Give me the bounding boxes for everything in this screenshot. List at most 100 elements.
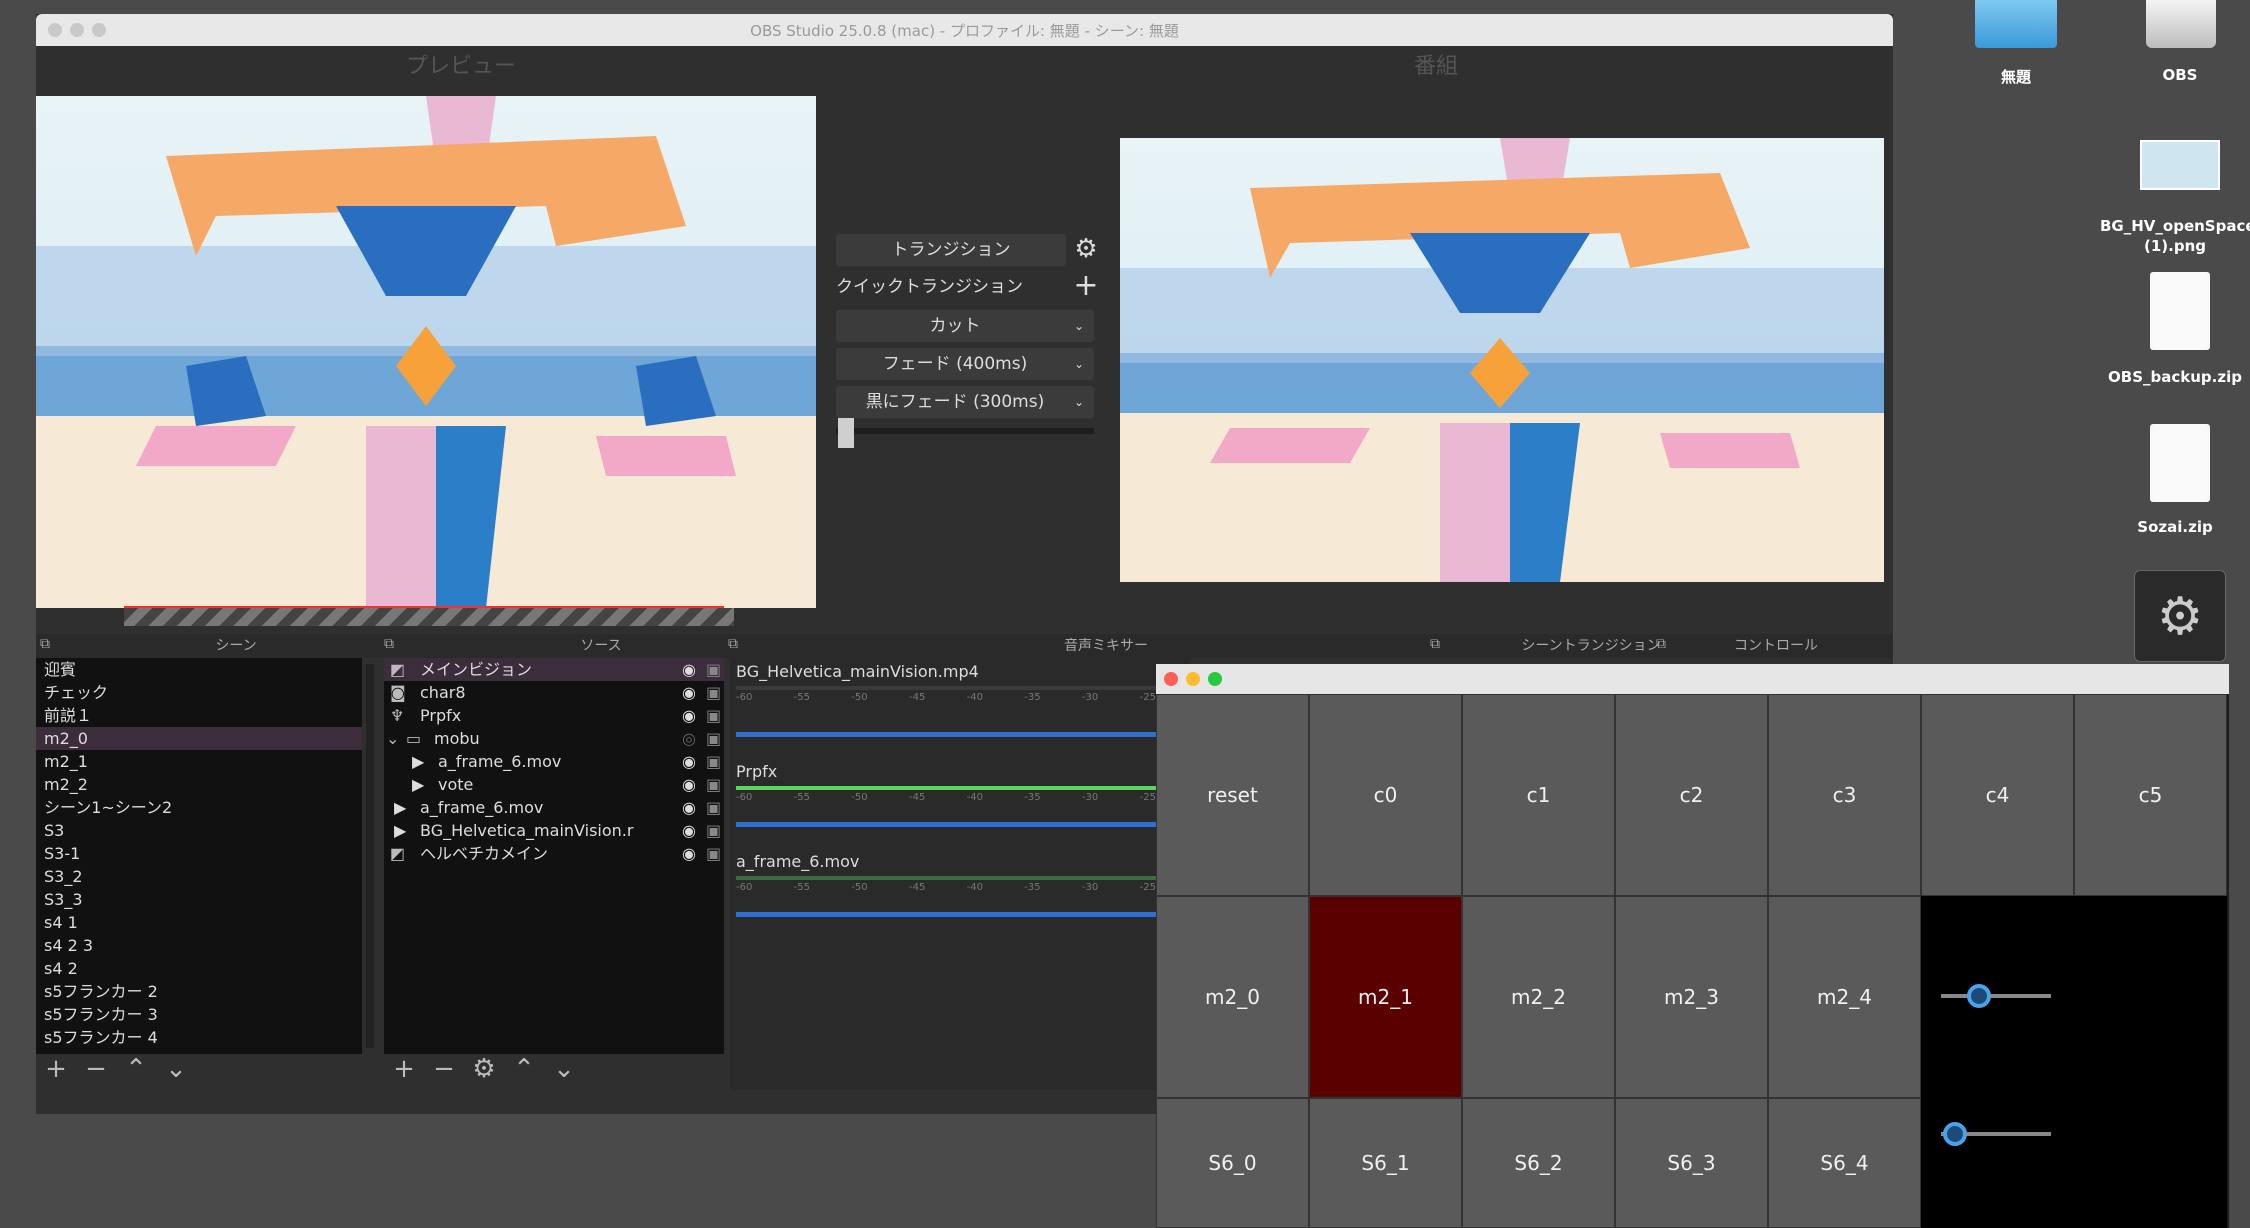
pad-button-m2_0[interactable]: m2_0: [1156, 896, 1309, 1098]
source-item[interactable]: ▶ a_frame_6.mov ◉ ▣: [384, 750, 724, 773]
pad-button-S6_1[interactable]: S6_1: [1309, 1098, 1462, 1228]
automator-app-icon[interactable]: ⚙: [2134, 570, 2226, 662]
volume-slider[interactable]: [736, 912, 1182, 917]
pad-button-c4[interactable]: c4: [1921, 694, 2074, 896]
lock-icon[interactable]: ▣: [706, 658, 721, 681]
lock-icon[interactable]: ▣: [706, 750, 721, 773]
transition-button[interactable]: トランジション: [836, 234, 1066, 266]
pad-button-m2_2[interactable]: m2_2: [1462, 896, 1615, 1098]
scene-item[interactable]: 迎賓: [36, 658, 362, 681]
tbar-handle[interactable]: [838, 418, 854, 448]
move-down-button[interactable]: ⌄: [544, 1054, 584, 1084]
pad-button-reset[interactable]: reset: [1156, 694, 1309, 896]
drive-icon[interactable]: [2146, 0, 2216, 48]
scene-item[interactable]: 前説１: [36, 704, 362, 727]
pad-button-c5[interactable]: c5: [2074, 694, 2227, 896]
move-up-button[interactable]: ⌃: [116, 1054, 156, 1084]
lock-icon[interactable]: ▣: [706, 796, 721, 819]
image-thumbnail-icon[interactable]: [2140, 140, 2220, 190]
scene-item-selected[interactable]: m2_0: [36, 727, 362, 750]
source-item[interactable]: ▶ vote ◉ ▣: [384, 773, 724, 796]
eye-icon[interactable]: ◉: [682, 819, 696, 842]
source-item[interactable]: ◩ メインビジョン ◉ ▣: [384, 658, 724, 681]
sources-list[interactable]: ◩ メインビジョン ◉ ▣ ◙ char8 ◉ ▣ ♆ Prpfx ◉ ▣ ⌄ ▭ mobu ◎ ▣ ▶ a…: [384, 658, 724, 1054]
volume-slider[interactable]: [736, 732, 1182, 737]
pad-button-S6_2[interactable]: S6_2: [1462, 1098, 1615, 1228]
pad-button-c1[interactable]: c1: [1462, 694, 1615, 896]
lock-icon[interactable]: ▣: [706, 819, 721, 842]
tbar-track[interactable]: [836, 428, 1094, 434]
eye-icon[interactable]: ◉: [682, 681, 696, 704]
pad-button-c3[interactable]: c3: [1768, 694, 1921, 896]
scene-item[interactable]: S3: [36, 819, 362, 842]
scene-item[interactable]: s4 2 3: [36, 934, 362, 957]
scene-item[interactable]: S3_3: [36, 888, 362, 911]
source-properties-gear-icon[interactable]: ⚙: [464, 1054, 504, 1084]
close-button[interactable]: [1164, 672, 1178, 686]
eye-icon[interactable]: ◉: [682, 773, 696, 796]
pad-button-S6_4[interactable]: S6_4: [1768, 1098, 1921, 1228]
add-source-button[interactable]: +: [384, 1054, 424, 1084]
eye-icon[interactable]: ◉: [682, 658, 696, 681]
volume-slider[interactable]: [736, 822, 1182, 827]
remove-source-button[interactable]: −: [424, 1054, 464, 1084]
scene-item[interactable]: S3-1: [36, 842, 362, 865]
undock-icon[interactable]: ⧉: [1656, 636, 1666, 652]
pad-slider-knob[interactable]: [1943, 1122, 1967, 1146]
minimize-button[interactable]: [1186, 672, 1200, 686]
source-item[interactable]: ▶ BG_Helvetica_mainVision.r ◉ ▣: [384, 819, 724, 842]
add-scene-button[interactable]: +: [36, 1054, 76, 1084]
preview-screen[interactable]: [36, 96, 816, 608]
eye-icon[interactable]: ◉: [682, 796, 696, 819]
lock-icon[interactable]: ▣: [706, 681, 721, 704]
zip-file-icon[interactable]: [2150, 424, 2210, 502]
pad-button-m2_4[interactable]: m2_4: [1768, 896, 1921, 1098]
pad-slider-track[interactable]: [1941, 994, 2051, 998]
scene-item[interactable]: s5フランカー 2: [36, 980, 362, 1003]
gear-icon[interactable]: ⚙: [1070, 234, 1102, 264]
lock-icon[interactable]: ▣: [706, 727, 721, 750]
remove-scene-button[interactable]: −: [76, 1054, 116, 1084]
scene-item[interactable]: m2_2: [36, 773, 362, 796]
pad-button-m2_3[interactable]: m2_3: [1615, 896, 1768, 1098]
source-item[interactable]: ♆ Prpfx ◉ ▣: [384, 704, 724, 727]
fade-to-black-button[interactable]: 黒にフェード (300ms) ⌄: [836, 386, 1094, 418]
chevron-down-icon[interactable]: ⌄: [386, 727, 399, 750]
folder-icon[interactable]: [1975, 0, 2057, 48]
scene-item[interactable]: シーン1~シーン2: [36, 796, 362, 819]
pad-button-c0[interactable]: c0: [1309, 694, 1462, 896]
undock-icon[interactable]: ⧉: [40, 636, 50, 652]
cut-button[interactable]: カット ⌄: [836, 310, 1094, 342]
undock-icon[interactable]: ⧉: [728, 636, 738, 652]
pad-slider-knob[interactable]: [1967, 984, 1991, 1008]
scene-item[interactable]: s5フランカー 4: [36, 1026, 362, 1049]
source-item[interactable]: ◙ char8 ◉ ▣: [384, 681, 724, 704]
move-down-button[interactable]: ⌄: [156, 1054, 196, 1084]
move-up-button[interactable]: ⌃: [504, 1054, 544, 1084]
source-item[interactable]: ▶ a_frame_6.mov ◉ ▣: [384, 796, 724, 819]
eye-icon[interactable]: ◉: [682, 842, 696, 865]
scene-item[interactable]: m2_1: [36, 750, 362, 773]
pad-button-S6_3[interactable]: S6_3: [1615, 1098, 1768, 1228]
eye-hidden-icon[interactable]: ◎: [682, 727, 696, 750]
source-group[interactable]: ⌄ ▭ mobu ◎ ▣: [384, 727, 724, 750]
lock-icon[interactable]: ▣: [706, 842, 721, 865]
pad-button-c2[interactable]: c2: [1615, 694, 1768, 896]
scene-item[interactable]: S3_2: [36, 865, 362, 888]
undock-icon[interactable]: ⧉: [1430, 636, 1440, 652]
scenes-scrollbar[interactable]: [366, 664, 374, 1048]
source-item[interactable]: ◩ ヘルベチカメイン ◉ ▣: [384, 842, 724, 865]
scene-item[interactable]: チェック: [36, 681, 362, 704]
scene-item[interactable]: s4 2: [36, 957, 362, 980]
eye-icon[interactable]: ◉: [682, 704, 696, 727]
eye-icon[interactable]: ◉: [682, 750, 696, 773]
zip-file-icon[interactable]: [2150, 272, 2210, 350]
pad-button-S6_0[interactable]: S6_0: [1156, 1098, 1309, 1228]
lock-icon[interactable]: ▣: [706, 773, 721, 796]
add-icon[interactable]: +: [1070, 268, 1102, 303]
zoom-button[interactable]: [1208, 672, 1222, 686]
undock-icon[interactable]: ⧉: [384, 636, 394, 652]
lock-icon[interactable]: ▣: [706, 704, 721, 727]
scene-item[interactable]: s4 1: [36, 911, 362, 934]
pad-button-m2_1-active[interactable]: m2_1: [1309, 896, 1462, 1098]
